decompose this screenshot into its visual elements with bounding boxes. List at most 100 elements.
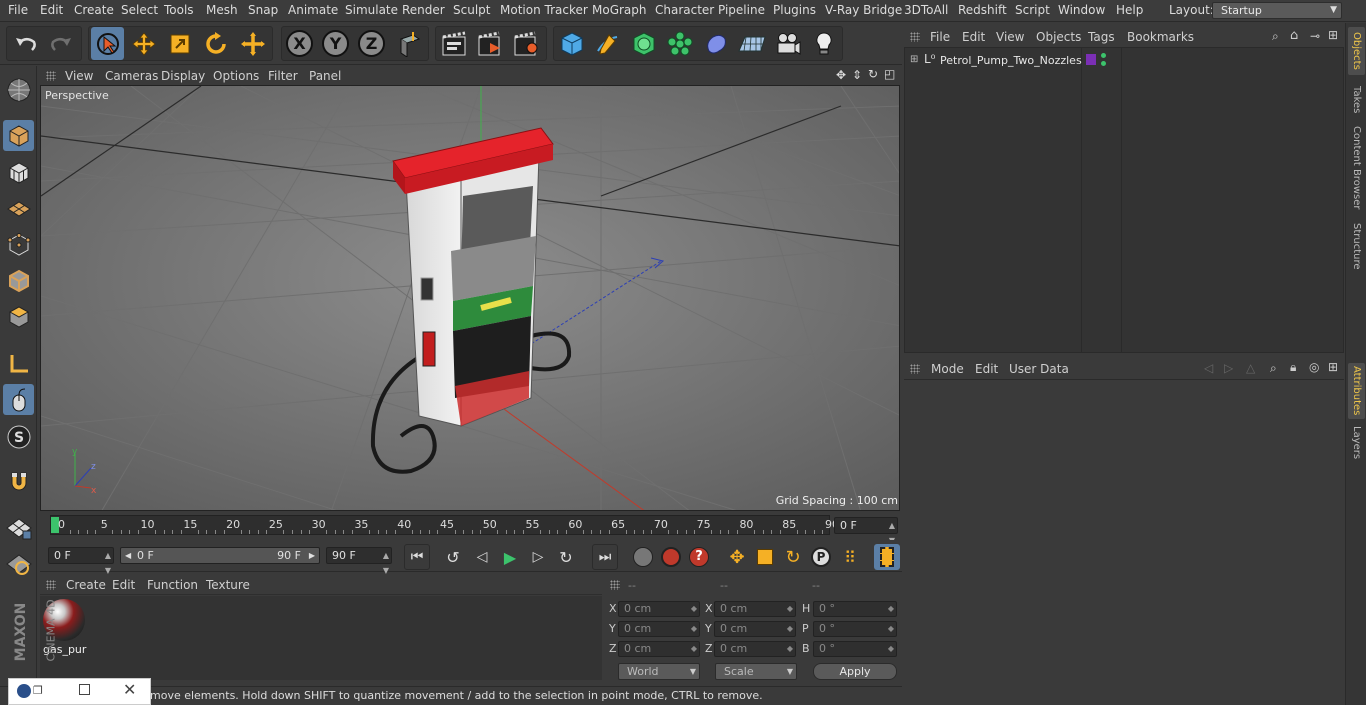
coord-position-field[interactable]: 0 cm ◆ <box>618 601 700 617</box>
menu-plugins[interactable]: Plugins <box>773 3 816 17</box>
tab-content-browser[interactable]: Content Browser <box>1348 123 1365 213</box>
menu-tools[interactable]: Tools <box>164 3 194 17</box>
next-frame-button[interactable]: ▷ <box>525 544 551 570</box>
material-menu-create[interactable]: Create <box>66 578 106 592</box>
autokeying-button[interactable] <box>658 544 684 570</box>
menu-vray-bridge[interactable]: V-Ray Bridge <box>825 3 902 17</box>
previous-frame-button[interactable]: ◁ <box>469 544 495 570</box>
menu-help[interactable]: Help <box>1116 3 1143 17</box>
minimized-window-bar[interactable]: ❐ ✕ <box>8 678 151 705</box>
maximize-view-icon[interactable]: ◰ <box>884 67 895 81</box>
close-icon[interactable]: ✕ <box>123 680 136 699</box>
arrow-left-icon[interactable]: ◁ <box>1204 361 1213 375</box>
menu-file[interactable]: File <box>8 3 28 17</box>
render-visibility-icon[interactable] <box>1101 61 1106 66</box>
lock-icon[interactable]: 🔒︎ <box>1290 360 1296 375</box>
material-menu-edit[interactable]: Edit <box>112 578 135 592</box>
viewport-menu-view[interactable]: View <box>65 69 93 83</box>
rotate-view-icon[interactable]: ↻ <box>868 67 878 81</box>
coord-rotation-field[interactable]: 0 ° ◆ <box>813 601 897 617</box>
menu-mesh[interactable]: Mesh <box>206 3 238 17</box>
frame-range-slider[interactable]: ◀ 0 F 90 F ▶ <box>120 547 320 564</box>
menu-redshift[interactable]: Redshift <box>958 3 1007 17</box>
menu-edit[interactable]: Edit <box>40 3 63 17</box>
workplane-lock-icon[interactable] <box>3 548 34 579</box>
search-icon[interactable]: ⌕ <box>1270 361 1277 376</box>
coord-rotation-field[interactable]: 0 ° ◆ <box>813 641 897 657</box>
previous-keyframe-button[interactable]: ↺ <box>440 544 466 570</box>
keyframe-selection-button[interactable]: ? <box>686 544 712 570</box>
object-menu-view[interactable]: View <box>996 30 1024 44</box>
viewport-menu-options[interactable]: Options <box>213 69 259 83</box>
back-icon[interactable]: ⊸ <box>1310 29 1320 43</box>
texture-mode-icon[interactable] <box>3 157 34 188</box>
coordinate-mode-select[interactable]: Scale ▼ <box>715 663 797 680</box>
range-left-arrow-icon[interactable]: ◀ <box>125 548 131 563</box>
attributes-menu-mode[interactable]: Mode <box>931 362 964 376</box>
menu-animate[interactable]: Animate <box>288 3 338 17</box>
restore-icon[interactable]: ❐ <box>33 684 43 697</box>
go-to-end-button[interactable]: ⏭ <box>592 544 618 570</box>
menu-mograph[interactable]: MoGraph <box>592 3 647 17</box>
play-button[interactable]: ▶ <box>497 544 523 570</box>
render-settings-icon[interactable] <box>509 27 542 60</box>
x-axis-lock-button[interactable]: X <box>283 27 316 60</box>
edges-mode-icon[interactable] <box>3 265 34 296</box>
snap-magnet-icon[interactable] <box>3 466 34 497</box>
timeline-window-button[interactable] <box>874 544 900 570</box>
menu-motion-tracker[interactable]: Motion Tracker <box>500 3 588 17</box>
up-icon[interactable]: △ <box>1246 361 1255 375</box>
apply-button[interactable]: Apply <box>813 663 897 680</box>
viewport-menu-display[interactable]: Display <box>161 69 205 83</box>
expand-icon[interactable]: ⊞ <box>910 54 918 65</box>
menu-character[interactable]: Character <box>655 3 714 17</box>
material-menu-texture[interactable]: Texture <box>206 578 250 592</box>
object-menu-edit[interactable]: Edit <box>962 30 985 44</box>
timeline-ruler[interactable]: 0 5 10 15 20 25 30 35 40 45 50 55 60 65 70 75 80 85 90 <box>50 515 839 535</box>
menu-simulate[interactable]: Simulate <box>345 3 398 17</box>
record-active-objects-button[interactable] <box>630 544 656 570</box>
range-right-arrow-icon[interactable]: ▶ <box>309 548 315 563</box>
key-parameter-button[interactable]: P <box>808 544 834 570</box>
live-selection-icon[interactable] <box>91 27 124 60</box>
menu-window[interactable]: Window <box>1058 3 1105 17</box>
menu-snap[interactable]: Snap <box>248 3 278 17</box>
arrow-right-icon[interactable]: ▷ <box>1224 361 1233 375</box>
zoom-view-icon[interactable]: ⇕ <box>852 68 862 82</box>
deformer-icon[interactable] <box>699 27 732 60</box>
maximize-icon[interactable] <box>79 684 90 695</box>
axis-mode-icon[interactable] <box>3 348 34 379</box>
next-keyframe-button[interactable]: ↻ <box>553 544 579 570</box>
new-window-icon[interactable]: ⊞ <box>1328 28 1338 42</box>
menu-select[interactable]: Select <box>121 3 158 17</box>
coord-rotation-field[interactable]: 0 ° ◆ <box>813 621 897 637</box>
redo-icon[interactable] <box>44 27 77 60</box>
coordinate-system-icon[interactable] <box>392 27 425 60</box>
pen-spline-icon[interactable] <box>591 27 624 60</box>
render-view-icon[interactable] <box>437 27 470 60</box>
coord-size-field[interactable]: 0 cm ◆ <box>714 601 796 617</box>
menu-script[interactable]: Script <box>1015 3 1050 17</box>
cube-primitive-icon[interactable] <box>555 27 588 60</box>
new-window-icon[interactable]: ⊞ <box>1328 360 1338 374</box>
camera-icon[interactable] <box>771 27 804 60</box>
light-icon[interactable] <box>807 27 840 60</box>
tab-objects[interactable]: Objects <box>1348 27 1365 75</box>
polygons-mode-icon[interactable] <box>3 301 34 332</box>
workplane-mode-icon[interactable] <box>3 193 34 224</box>
perspective-viewport[interactable]: y z x <box>40 85 900 511</box>
home-icon[interactable]: ⌂ <box>1290 28 1298 43</box>
end-frame-field[interactable]: 90 F ▲ ▼ <box>326 547 392 575</box>
object-menu-tags[interactable]: Tags <box>1088 30 1115 44</box>
tab-layers[interactable]: Layers <box>1348 425 1365 461</box>
model-mode-icon[interactable] <box>3 120 34 151</box>
solo-mode-icon[interactable]: S <box>3 421 34 452</box>
layer-color-icon[interactable] <box>1086 54 1096 65</box>
object-menu-bookmarks[interactable]: Bookmarks <box>1127 30 1194 44</box>
go-to-start-button[interactable]: ⏮ <box>404 544 430 570</box>
key-pla-button[interactable]: ⠿ <box>836 544 862 570</box>
subdivision-surface-icon[interactable] <box>627 27 660 60</box>
coord-position-field[interactable]: 0 cm ◆ <box>618 641 700 657</box>
viewport-menu-cameras[interactable]: Cameras <box>105 69 158 83</box>
viewport-menu-filter[interactable]: Filter <box>268 69 298 83</box>
